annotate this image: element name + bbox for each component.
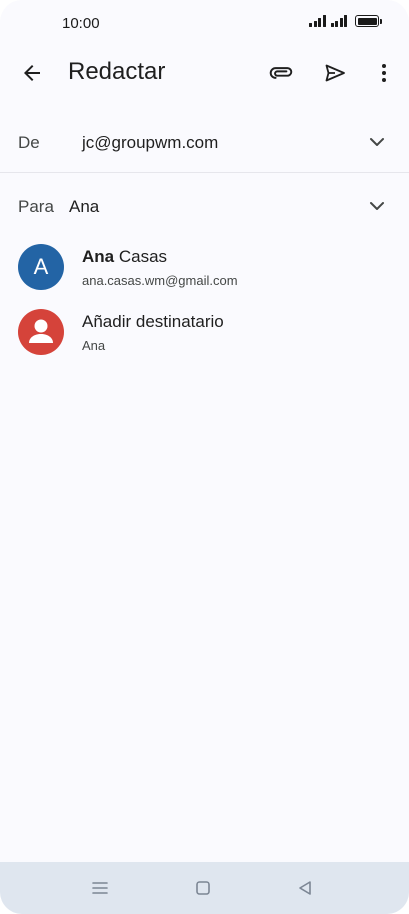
compose-screen: 10:00 Redactar De jc@groupwm.com Para An… xyxy=(0,0,409,914)
back-triangle-icon xyxy=(299,881,311,895)
battery-icon xyxy=(355,15,382,27)
avatar: A xyxy=(18,244,64,290)
avatar xyxy=(18,309,64,355)
person-icon xyxy=(29,319,53,343)
to-row[interactable]: Para Ana xyxy=(0,180,409,232)
to-input[interactable]: Ana xyxy=(69,197,99,217)
paperclip-icon xyxy=(269,67,293,79)
suggestion-email: ana.casas.wm@gmail.com xyxy=(82,273,238,288)
send-icon xyxy=(325,64,345,82)
contact-suggestion[interactable]: A Ana Casas ana.casas.wm@gmail.com xyxy=(0,236,409,300)
attach-button[interactable] xyxy=(261,53,301,93)
suggestion-name-match: Ana xyxy=(82,247,115,266)
nav-menu-button[interactable] xyxy=(88,876,112,900)
add-recipient-suggestion[interactable]: Añadir destinatario Ana xyxy=(0,301,409,365)
page-title: Redactar xyxy=(68,58,166,85)
chevron-down-icon[interactable] xyxy=(365,130,389,154)
status-bar: 10:00 xyxy=(0,0,409,44)
app-bar: Redactar xyxy=(0,44,409,102)
signal-icon xyxy=(330,15,347,27)
from-value: jc@groupwm.com xyxy=(82,133,219,152)
to-label: Para xyxy=(18,197,54,216)
nav-home-button[interactable] xyxy=(191,876,215,900)
nav-back-button[interactable] xyxy=(293,876,317,900)
status-time: 10:00 xyxy=(62,15,100,32)
home-icon xyxy=(196,881,210,895)
from-row[interactable]: De jc@groupwm.com xyxy=(0,114,409,172)
suggestion-sub: Ana xyxy=(82,338,106,353)
more-vert-icon xyxy=(382,64,386,82)
signal-icon xyxy=(309,15,326,27)
divider xyxy=(0,172,409,173)
system-nav-bar xyxy=(0,862,409,914)
chevron-down-icon[interactable] xyxy=(365,194,389,218)
back-button[interactable] xyxy=(12,53,52,93)
suggestion-name: Añadir destinatario xyxy=(82,312,224,331)
more-options-button[interactable] xyxy=(364,53,404,93)
status-icons xyxy=(309,15,382,27)
arrow-back-icon xyxy=(24,65,40,81)
suggestion-name-rest: Casas xyxy=(114,247,168,266)
suggestion-name: Ana Casas xyxy=(82,247,167,267)
menu-icon xyxy=(92,882,108,894)
send-button[interactable] xyxy=(315,53,355,93)
from-label: De xyxy=(18,133,40,152)
